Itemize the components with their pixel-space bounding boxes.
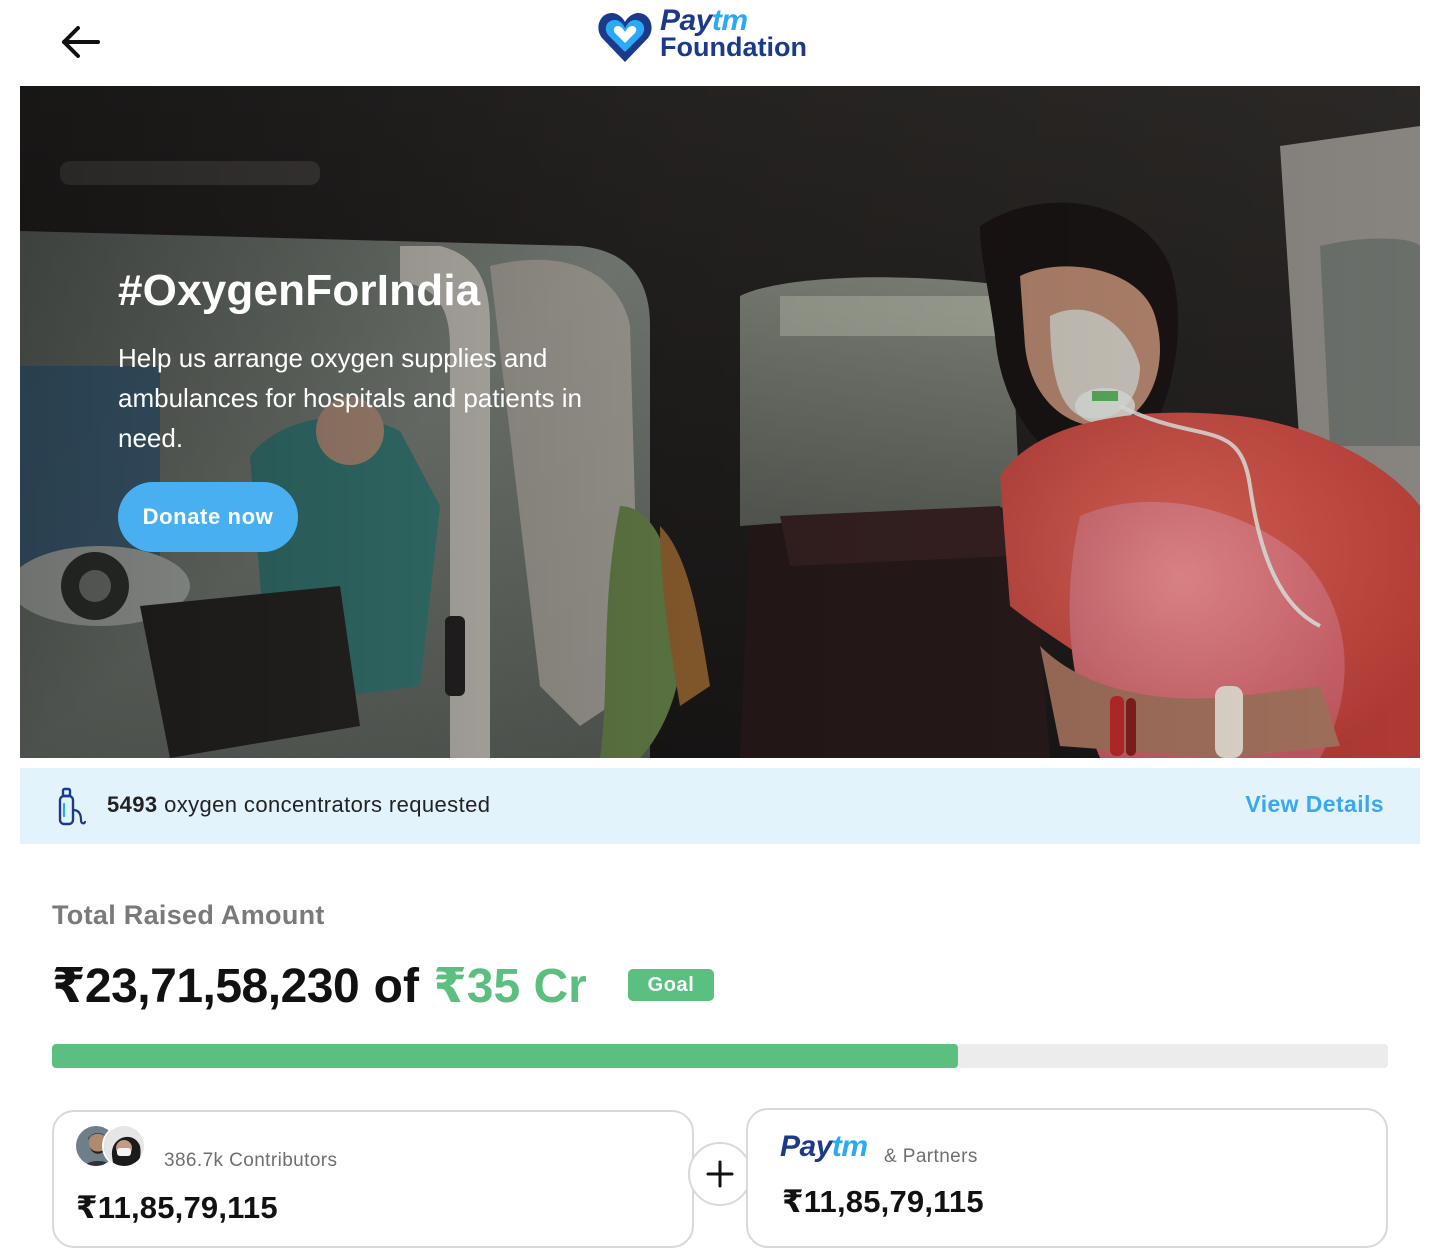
raised-amount-row: ₹23,71,58,230 of ₹35 Cr [52, 958, 587, 1014]
arrow-left-icon [62, 26, 100, 58]
total-raised-label: Total Raised Amount [52, 900, 325, 930]
back-button[interactable] [56, 20, 104, 64]
raised-amount: ₹23,71,58,230 [52, 960, 360, 1013]
contributors-card[interactable]: 386.7k Contributors ₹11,85,79,115 [52, 1110, 694, 1248]
paytm-logo: Paytm [780, 1130, 868, 1164]
app-header: Paytm Foundation [0, 0, 1434, 86]
oxygen-request-text: 5493 oxygen concentrators requested [107, 792, 490, 818]
progress-fill [52, 1044, 958, 1068]
request-label: oxygen concentrators requested [164, 792, 491, 817]
partners-label: & Partners [884, 1146, 978, 1167]
plus-icon [688, 1142, 752, 1206]
paytm-logo-tm: tm [831, 1130, 868, 1163]
avatar [102, 1124, 146, 1168]
partners-amount: ₹11,85,79,115 [782, 1184, 984, 1219]
contributors-count: 386.7k Contributors [164, 1150, 338, 1171]
contributor-avatars [74, 1124, 154, 1170]
hero-description: Help us arrange oxygen supplies and ambu… [118, 343, 582, 453]
partners-card[interactable]: Paytm & Partners ₹11,85,79,115 [746, 1108, 1388, 1248]
hero-title: #OxygenForIndia [118, 266, 481, 315]
heart-logo-icon [598, 12, 652, 63]
brand-foundation-text: Foundation [660, 32, 807, 62]
goal-amount: ₹35 Cr [433, 960, 587, 1013]
fundraising-progress-bar [52, 1044, 1388, 1068]
oxygen-request-strip: 5493 oxygen concentrators requested View… [20, 768, 1420, 844]
contributors-amount: ₹11,85,79,115 [76, 1190, 278, 1225]
raised-of-text: of [373, 960, 419, 1013]
request-count: 5493 [107, 792, 158, 817]
paytm-logo-pay: Pay [780, 1130, 832, 1163]
paytm-foundation-logo: Paytm Foundation [596, 6, 836, 66]
view-details-link[interactable]: View Details [1245, 791, 1384, 818]
hero-banner: #OxygenForIndia Help us arrange oxygen s… [20, 86, 1420, 758]
donate-now-button[interactable]: Donate now [118, 482, 298, 552]
goal-badge: Goal [628, 969, 714, 1001]
page: Paytm Foundation #OxygenForIndia Help us… [0, 0, 1434, 1258]
brand-wordmark: Paytm Foundation [660, 6, 807, 61]
oxygen-cylinder-icon [58, 787, 86, 826]
